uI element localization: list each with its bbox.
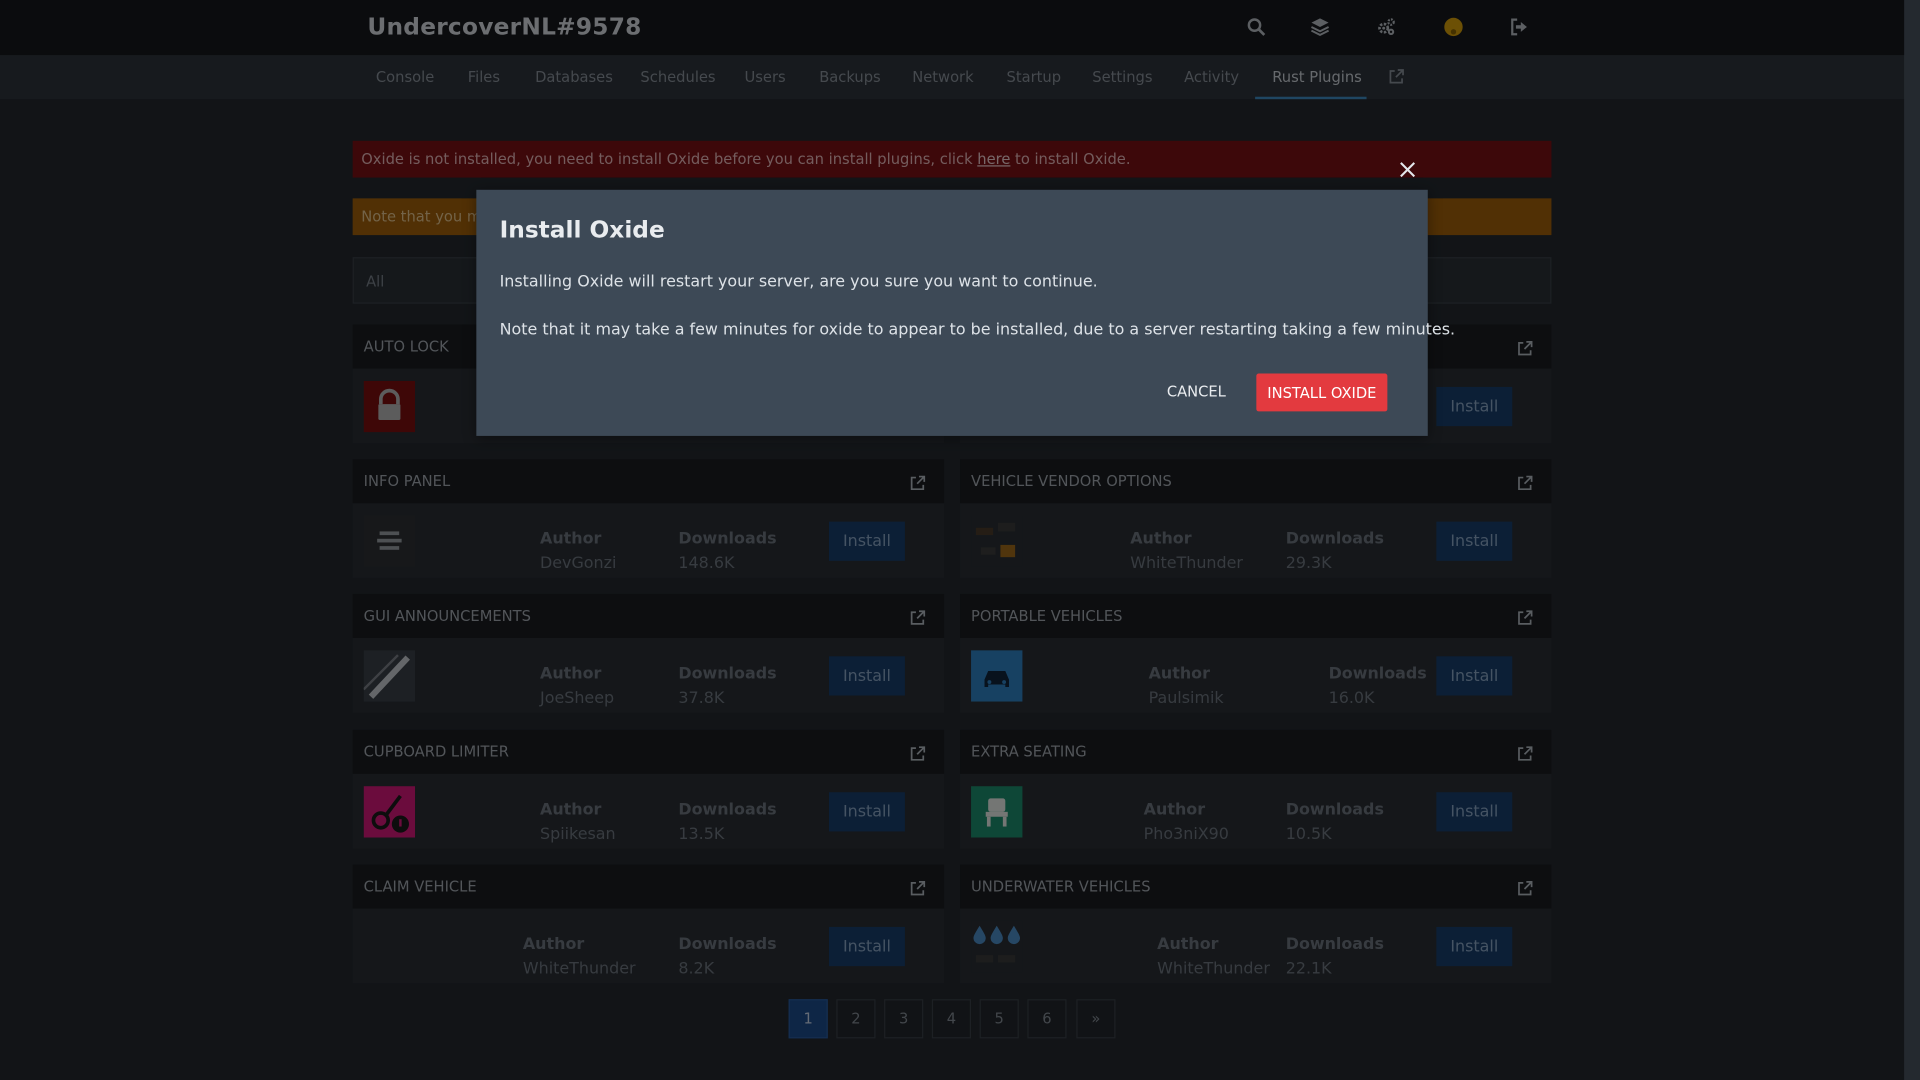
modal-backdrop[interactable]	[0, 0, 1905, 1080]
modal-title: Install Oxide	[499, 216, 665, 244]
install-oxide-button[interactable]: INSTALL OXIDE	[1256, 373, 1388, 412]
cancel-button[interactable]: CANCEL	[1157, 373, 1235, 410]
modal-message: Installing Oxide will restart your serve…	[499, 273, 1098, 292]
modal-note: Note that it may take a few minutes for …	[499, 320, 1456, 340]
install-oxide-modal: Install Oxide Installing Oxide will rest…	[476, 189, 1455, 436]
close-icon[interactable]	[1397, 159, 1418, 180]
